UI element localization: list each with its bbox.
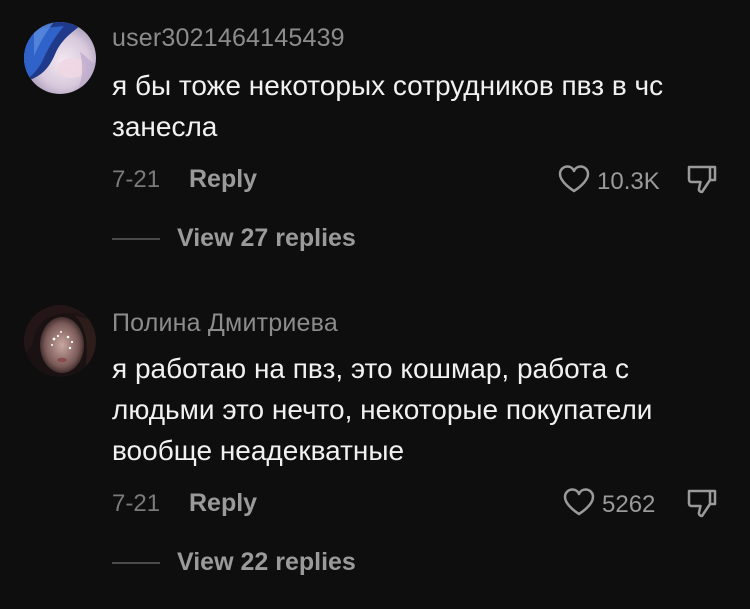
reply-button[interactable]: Reply [189,489,257,518]
like-count: 10.3K [597,167,660,195]
replies-divider-line [112,237,160,240]
avatar-image [24,305,96,377]
thumbs-down-icon [686,165,718,199]
comment-username[interactable]: user3021464145439 [112,24,345,53]
avatar[interactable] [24,22,96,94]
avatar[interactable] [24,305,96,377]
comment-date: 7-21 [112,166,161,193]
dislike-button[interactable] [686,487,718,524]
view-replies-button[interactable]: View 22 replies [177,548,356,577]
comment-text: я бы тоже некоторых сотрудников пвз в чс… [112,70,664,142]
view-replies-row[interactable]: View 22 replies [112,548,356,577]
like-button[interactable]: 10.3K [557,164,660,199]
view-replies-row[interactable]: View 27 replies [112,224,356,253]
avatar-image [24,22,96,94]
comment-text: я работаю на пвз, это кошмар, работа с л… [112,353,653,466]
heart-outline-icon [557,164,591,199]
view-replies-button[interactable]: View 27 replies [177,224,356,253]
heart-outline-icon [562,487,596,522]
comment-date: 7-21 [112,490,161,517]
like-count: 5262 [602,490,656,518]
replies-divider-line [112,561,160,564]
comment-username[interactable]: Полина Дмитриева [112,309,338,338]
like-button[interactable]: 5262 [562,487,655,522]
dislike-button[interactable] [686,163,718,200]
reply-button[interactable]: Reply [189,165,257,194]
thumbs-down-icon [686,489,718,523]
